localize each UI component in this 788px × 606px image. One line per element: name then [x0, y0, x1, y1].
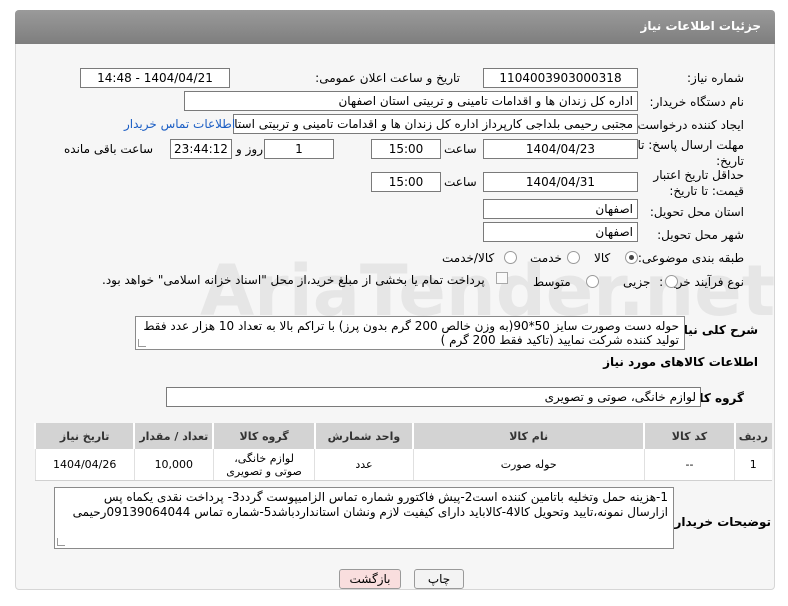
- announce-field[interactable]: 1404/04/21 - 14:48: [80, 68, 230, 88]
- contact-info-link[interactable]: اطلاعات تماس خریدار: [124, 117, 235, 131]
- days-remaining-field[interactable]: 1: [264, 139, 334, 159]
- creator-field[interactable]: مجتبی رحیمی بلداجی کارپرداز اداره کل زند…: [233, 114, 638, 134]
- panel-header: جزئیات اطلاعات نیاز: [15, 10, 775, 44]
- reply-date-field[interactable]: 1404/04/23: [483, 139, 638, 159]
- remaining-time-label: ساعت باقی مانده: [64, 142, 154, 156]
- resize-handle[interactable]: [138, 339, 146, 347]
- treasury-checkbox[interactable]: [496, 272, 508, 284]
- table-row: 1 -- حوله صورت عدد لوازم خانگی، صوتی و ت…: [34, 448, 772, 481]
- buyer-notes-content: 1-هزینه حمل وتخلیه باتامین کننده است2-پی…: [72, 490, 668, 519]
- category-both-label: کالا/خدمت: [442, 251, 495, 265]
- col-date: تاریخ نیاز: [33, 423, 135, 449]
- cell-date: 1404/04/26: [34, 448, 135, 481]
- need-number-label: شماره نیاز:: [687, 71, 744, 85]
- announce-label: تاریخ و ساعت اعلان عمومی:: [315, 71, 460, 85]
- category-goods-label: کالا: [594, 251, 611, 265]
- purchase-medium-radio[interactable]: [586, 275, 599, 288]
- cell-group-line2: صوتی و تصویری: [226, 464, 302, 478]
- purchase-medium-label: متوسط: [533, 275, 571, 289]
- buyer-notes-label: توضیحات خریدار:: [669, 515, 771, 529]
- goods-section-title: اطلاعات کالاهای مورد نیاز: [603, 355, 758, 369]
- reply-time-label: ساعت: [444, 142, 477, 156]
- buyer-org-label: نام دستگاه خریدار:: [649, 95, 745, 109]
- price-validity-label: حداقل تاریخ اعتبار قیمت: تا تاریخ:: [653, 168, 744, 198]
- province-label: استان محل تحویل:: [649, 205, 744, 219]
- cell-unit: عدد: [314, 448, 414, 481]
- resize-handle[interactable]: [57, 538, 65, 546]
- description-content: حوله دست وصورت سایز 50*90(به وزن خالص 20…: [143, 319, 679, 347]
- col-row: ردیف: [733, 423, 772, 449]
- col-code: کد کالا: [643, 423, 736, 449]
- description-text[interactable]: حوله دست وصورت سایز 50*90(به وزن خالص 20…: [135, 316, 685, 350]
- category-service-radio[interactable]: [567, 251, 580, 264]
- goods-group-field[interactable]: لوازم خانگی، صوتی و تصویری: [166, 387, 701, 407]
- price-time-label: ساعت: [444, 175, 477, 189]
- back-button[interactable]: بازگشت: [339, 569, 401, 589]
- col-qty: تعداد / مقدار: [133, 423, 214, 449]
- category-goods-radio[interactable]: [625, 251, 638, 264]
- remaining-time-field[interactable]: 23:44:12: [170, 139, 232, 159]
- price-time-field[interactable]: 15:00: [371, 172, 441, 192]
- creator-label: ایجاد کننده درخواست:: [633, 118, 744, 132]
- buyer-org-field[interactable]: اداره کل زندان ها و اقدامات تامینی و ترب…: [184, 91, 638, 111]
- panel-title: جزئیات اطلاعات نیاز: [640, 19, 761, 33]
- cell-qty: 10,000: [133, 448, 214, 481]
- price-date-field[interactable]: 1404/04/31: [483, 172, 638, 192]
- need-number-field[interactable]: 1104003903000318: [483, 68, 638, 88]
- category-label: طبقه بندی موضوعی:: [637, 251, 744, 265]
- col-group: گروه کالا: [212, 423, 316, 449]
- city-label: شهر محل تحویل:: [657, 228, 744, 242]
- reply-time-field[interactable]: 15:00: [371, 139, 441, 159]
- cell-name: حوله صورت: [412, 448, 645, 481]
- province-field[interactable]: اصفهان: [483, 199, 638, 219]
- days-label: روز و: [236, 142, 263, 156]
- col-name: نام کالا: [412, 423, 645, 449]
- cell-group: لوازم خانگی، صوتی و تصویری: [212, 448, 315, 481]
- purchase-minor-radio[interactable]: [665, 275, 678, 288]
- category-both-radio[interactable]: [504, 251, 517, 264]
- purchase-minor-label: جزیی: [623, 275, 651, 289]
- cell-row: 1: [734, 448, 772, 481]
- col-unit: واحد شمارش: [313, 423, 414, 449]
- cell-code: --: [643, 448, 735, 481]
- cell-group-line1: لوازم خانگی،: [234, 451, 294, 465]
- city-field[interactable]: اصفهان: [483, 222, 638, 242]
- goods-table: ردیف کد کالا نام کالا واحد شمارش گروه کا…: [33, 423, 772, 481]
- treasury-note: پرداخت تمام یا بخشی از مبلغ خرید،از محل …: [102, 273, 485, 287]
- reply-deadline-label: مهلت ارسال پاسخ: تا تاریخ:: [637, 138, 744, 168]
- category-service-label: خدمت: [530, 251, 562, 265]
- buyer-notes-text[interactable]: 1-هزینه حمل وتخلیه باتامین کننده است2-پی…: [54, 487, 674, 549]
- print-button[interactable]: چاپ: [414, 569, 464, 589]
